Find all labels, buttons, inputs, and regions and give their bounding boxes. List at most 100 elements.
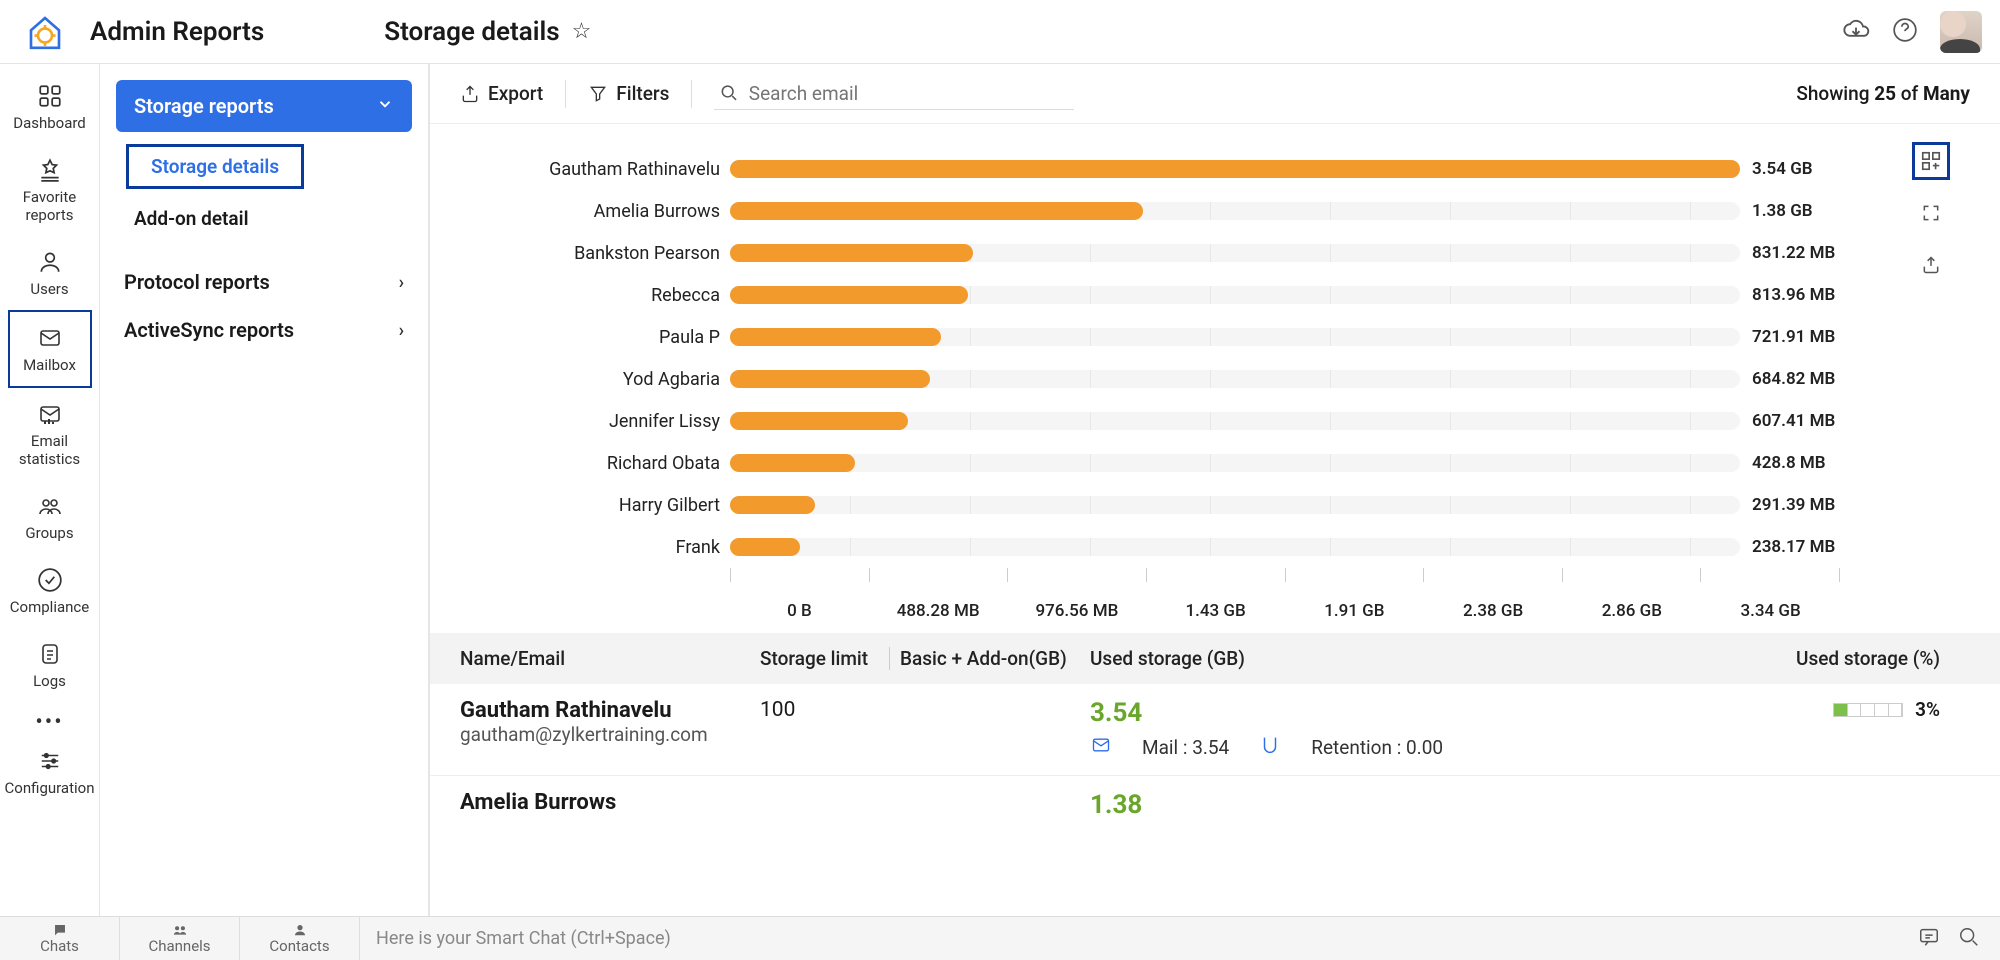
export-button[interactable]: Export: [460, 82, 543, 105]
bar-label: Rebecca: [470, 285, 730, 306]
sidebar-row-label: ActiveSync reports: [124, 318, 294, 342]
sidebar-storage-reports[interactable]: Storage reports: [116, 80, 412, 132]
bar-track: [730, 202, 1740, 220]
bar-value: 684.82 MB: [1740, 369, 1860, 389]
export-icon: [460, 84, 480, 104]
retention-icon: [1259, 734, 1281, 761]
filter-icon: [588, 84, 608, 104]
row-used-main: 3.54: [1090, 698, 1640, 728]
bar-label: Richard Obata: [470, 453, 730, 474]
bar-track: [730, 496, 1740, 514]
help-icon[interactable]: [1892, 17, 1918, 47]
page-title: Storage details: [384, 17, 559, 47]
row-name: Gautham Rathinavelu: [460, 698, 760, 723]
bar-value: 291.39 MB: [1740, 495, 1860, 515]
bar-track: [730, 454, 1740, 472]
bottom-tab-label: Contacts: [269, 937, 329, 955]
sidebar-activesync-reports[interactable]: ActiveSync reports ›: [116, 306, 412, 354]
chevron-right-icon: ›: [399, 272, 404, 293]
chevron-down-icon: [376, 94, 394, 118]
rail-label: Dashboard: [13, 114, 86, 132]
bar-track: [730, 286, 1740, 304]
bar-label: Jennifer Lissy: [470, 411, 730, 432]
bar-value: 3.54 GB: [1740, 159, 1860, 179]
rail-mailbox[interactable]: Mailbox: [8, 310, 92, 388]
rail-email-statistics[interactable]: Email statistics: [8, 388, 92, 480]
row-retention-label: Retention : 0.00: [1311, 736, 1443, 759]
bottom-tab-channels[interactable]: Channels: [120, 917, 240, 960]
smart-chat-hint[interactable]: Here is your Smart Chat (Ctrl+Space): [360, 928, 671, 949]
user-avatar[interactable]: [1940, 11, 1982, 53]
chat-bubble-icon[interactable]: [1918, 926, 1940, 952]
chart-x-axis: 0 B488.28 MB976.56 MB1.43 GB1.91 GB2.38 …: [730, 582, 1840, 621]
fullscreen-button[interactable]: [1912, 194, 1950, 232]
rail-label: Groups: [25, 524, 73, 542]
bar-track: [730, 412, 1740, 430]
app-logo: [24, 11, 66, 53]
rail-label: Email statistics: [12, 432, 88, 468]
table-header: Name/Email Storage limit Basic + Add-on(…: [430, 633, 2000, 684]
rail-label: Favorite reports: [12, 188, 88, 224]
share-chart-button[interactable]: [1912, 246, 1950, 284]
sidebar-protocol-reports[interactable]: Protocol reports ›: [116, 258, 412, 306]
rail-label: Logs: [33, 672, 66, 690]
rail-label: Configuration: [5, 779, 95, 797]
bottom-tab-label: Chats: [40, 937, 79, 955]
bar-track: [730, 328, 1740, 346]
app-title: Admin Reports: [90, 17, 264, 47]
percent-bar: [1833, 703, 1903, 717]
export-label: Export: [488, 82, 543, 105]
rail-configuration[interactable]: Configuration: [8, 735, 92, 809]
table-row[interactable]: Amelia Burrows 1.38: [430, 776, 2000, 834]
mail-stats-icon: [35, 400, 65, 428]
cloud-download-icon[interactable]: [1842, 16, 1870, 48]
bar-value: 813.96 MB: [1740, 285, 1860, 305]
bar-value: 831.22 MB: [1740, 243, 1860, 263]
bar-track: [730, 370, 1740, 388]
bar-value: 428.8 MB: [1740, 453, 1860, 473]
bottom-tab-chats[interactable]: Chats: [0, 917, 120, 960]
bottom-tab-label: Channels: [148, 937, 210, 955]
sidebar-row-label: Protocol reports: [124, 270, 270, 294]
showing-count: Showing 25 of Many: [1796, 82, 1970, 105]
search-icon: [720, 83, 738, 103]
table-row[interactable]: Gautham Rathinavelu gautham@zylkertraini…: [430, 684, 2000, 776]
sidebar-item-storage-details[interactable]: Storage details: [126, 144, 304, 189]
bar-value: 721.91 MB: [1740, 327, 1860, 347]
separator: [691, 80, 692, 108]
mail-icon: [1090, 735, 1112, 760]
rail-dashboard[interactable]: Dashboard: [8, 70, 92, 144]
filters-button[interactable]: Filters: [588, 82, 669, 105]
storage-bar-chart: Gautham Rathinavelu3.54 GBAmelia Burrows…: [470, 148, 1860, 568]
settings-icon: [35, 747, 65, 775]
filters-label: Filters: [616, 82, 669, 105]
grid-icon: [35, 82, 65, 110]
search-box[interactable]: [714, 78, 1074, 110]
separator: [565, 80, 566, 108]
bar-label: Bankston Pearson: [470, 243, 730, 264]
chart-view-grid-button[interactable]: [1912, 142, 1950, 180]
star-list-icon: [35, 156, 65, 184]
row-used-main: 1.38: [1090, 790, 1640, 820]
bar-label: Amelia Burrows: [470, 201, 730, 222]
sidebar-item-addon-detail[interactable]: Add-on detail: [116, 197, 412, 240]
favorite-star-icon[interactable]: ☆: [572, 19, 592, 44]
rail-favorite-reports[interactable]: Favorite reports: [8, 144, 92, 236]
rail-groups[interactable]: Groups: [8, 480, 92, 554]
bar-value: 238.17 MB: [1740, 537, 1860, 557]
search-input[interactable]: [749, 82, 1069, 105]
rail-users[interactable]: Users: [8, 236, 92, 310]
bottom-tab-contacts[interactable]: Contacts: [240, 917, 360, 960]
bar-value: 1.38 GB: [1740, 201, 1860, 221]
rail-label: Compliance: [10, 598, 89, 616]
mail-icon: [35, 324, 65, 352]
user-icon: [35, 248, 65, 276]
rail-compliance[interactable]: Compliance: [8, 554, 92, 628]
rail-label: Users: [30, 280, 68, 298]
search-icon[interactable]: [1958, 926, 1980, 952]
row-mail-label: Mail : 3.54: [1142, 736, 1229, 759]
bar-value: 607.41 MB: [1740, 411, 1860, 431]
rail-logs[interactable]: Logs: [8, 628, 92, 702]
percent-text: 3%: [1915, 698, 1940, 721]
rail-more-icon[interactable]: •••: [35, 710, 63, 735]
